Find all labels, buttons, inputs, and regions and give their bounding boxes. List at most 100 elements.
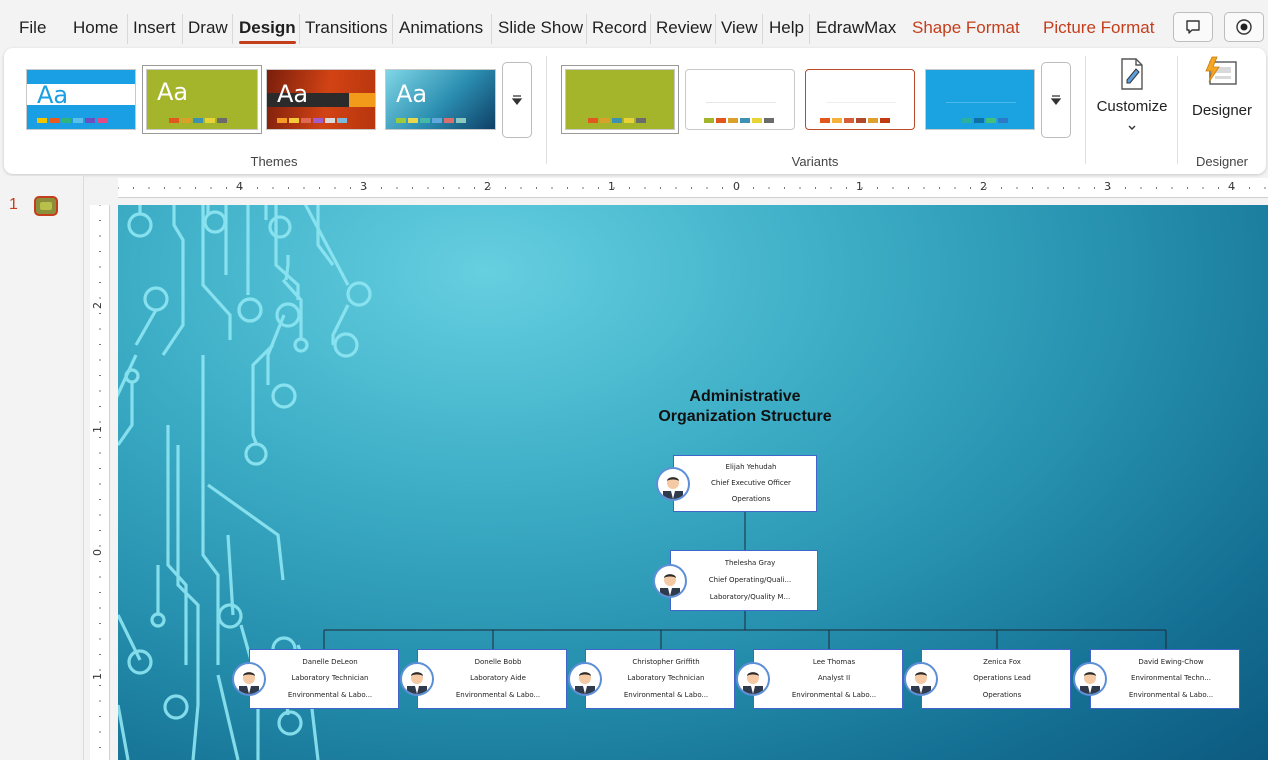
ruler-label: 0 — [91, 549, 104, 556]
node-dept: Environmental & Labo... — [791, 691, 877, 700]
record-button[interactable] — [1224, 12, 1264, 42]
avatar-icon — [568, 662, 602, 696]
tab-record[interactable]: Record — [592, 18, 647, 38]
node-dept: Environmental & Labo... — [623, 691, 709, 700]
ruler-label: 3 — [360, 180, 367, 193]
tab-file[interactable]: File — [19, 18, 46, 38]
dropdown-icon — [1050, 95, 1062, 105]
theme-thumbnail-2[interactable]: Aa — [142, 65, 262, 134]
node-name: Danelle DeLeon — [302, 657, 358, 666]
comments-button[interactable] — [1173, 12, 1213, 42]
menu-bar: File Home Insert Draw Design Transitions… — [0, 0, 1268, 52]
tab-slide-show[interactable]: Slide Show — [498, 18, 583, 38]
slide-canvas[interactable]: Administrative Organization Structure El… — [118, 205, 1268, 760]
chevron-down-icon — [1128, 125, 1136, 130]
variant-thumbnail-2[interactable] — [685, 69, 795, 130]
tab-separator — [299, 14, 300, 44]
node-name: Donelle Bobb — [474, 657, 522, 666]
dropdown-icon — [511, 95, 523, 105]
avatar-icon — [400, 662, 434, 696]
ruler-label: 2 — [980, 180, 987, 193]
node-name: Elijah Yehudah — [725, 463, 777, 472]
tab-separator — [586, 14, 587, 44]
group-label-variants: Variants — [791, 154, 839, 169]
theme-sample-text: Aa — [277, 80, 309, 108]
theme-swatches — [37, 118, 107, 123]
variant-thumbnail-3[interactable] — [805, 69, 915, 130]
tab-draw[interactable]: Draw — [188, 18, 228, 38]
org-node-staff[interactable]: Donelle Bobb Laboratory Aide Environment… — [417, 649, 567, 709]
variant-swatches — [704, 118, 774, 123]
ribbon-separator — [1177, 56, 1178, 164]
tab-home[interactable]: Home — [73, 18, 118, 38]
tab-help[interactable]: Help — [769, 18, 804, 38]
ruler-label: 1 — [91, 673, 104, 680]
theme-thumbnail-4[interactable]: Aa — [385, 69, 496, 130]
horizontal-ruler: 4 3 2 1 0 1 2 3 4 — [118, 178, 1268, 198]
vertical-ruler: 2 1 0 1 — [90, 205, 110, 760]
ruler-label: 4 — [1228, 180, 1235, 193]
theme-sample-text: Aa — [37, 81, 69, 109]
tab-design[interactable]: Design — [239, 18, 296, 44]
org-node-staff[interactable]: Danelle DeLeon Laboratory Technician Env… — [249, 649, 399, 709]
variant-swatches — [588, 118, 646, 123]
tab-separator — [392, 14, 393, 44]
avatar-icon — [653, 564, 687, 598]
variant-thumbnail-1[interactable] — [561, 65, 679, 134]
ruler-ticks — [118, 187, 1266, 189]
customize-label: Customize — [1096, 98, 1168, 115]
tab-separator — [762, 14, 763, 44]
avatar-icon — [656, 467, 690, 501]
org-node-staff[interactable]: Zenica Fox Operations Lead Operations — [921, 649, 1071, 709]
ruler-label: 2 — [484, 180, 491, 193]
node-name: Zenica Fox — [983, 657, 1021, 666]
node-dept: Environmental & Labo... — [1128, 691, 1214, 700]
node-title: Chief Operating/Quali... — [708, 576, 792, 584]
ribbon-separator — [1085, 56, 1086, 164]
org-node-ceo[interactable]: Elijah Yehudah Chief Executive Officer O… — [673, 455, 817, 512]
org-node-staff[interactable]: Christopher Griffith Laboratory Technici… — [585, 649, 735, 709]
tab-review[interactable]: Review — [656, 18, 712, 38]
theme-thumbnail-3[interactable]: Aa — [266, 69, 376, 130]
org-node-staff[interactable]: Lee Thomas Analyst II Environmental & La… — [753, 649, 903, 709]
ribbon-separator — [546, 56, 547, 164]
slide-thumbnail-1[interactable] — [34, 196, 58, 216]
tab-separator — [182, 14, 183, 44]
tab-separator — [650, 14, 651, 44]
node-name: Lee Thomas — [812, 657, 856, 666]
node-title: Chief Executive Officer — [711, 478, 791, 487]
tab-edrawmax[interactable]: EdrawMax — [816, 18, 896, 38]
record-icon — [1236, 19, 1252, 35]
theme-thumbnail-1[interactable]: Aa — [26, 69, 136, 130]
variant-swatches — [950, 118, 1008, 123]
themes-more-button[interactable] — [502, 62, 532, 138]
node-title: Operations Lead — [973, 674, 1031, 683]
customize-button[interactable]: Customize — [1092, 52, 1172, 144]
node-name: Thelesha Gray — [724, 559, 776, 567]
org-node-coo[interactable]: Thelesha Gray Chief Operating/Quali... L… — [670, 550, 818, 611]
node-dept: Operations — [982, 691, 1022, 700]
org-node-staff[interactable]: David Ewing-Chow Environmental Techn... … — [1090, 649, 1240, 709]
tab-transitions[interactable]: Transitions — [305, 18, 388, 38]
node-dept: Operations — [731, 494, 771, 503]
variant-thumbnail-4[interactable] — [925, 69, 1035, 130]
node-title: Laboratory Technician — [291, 674, 369, 683]
ruler-label: 4 — [236, 180, 243, 193]
theme-swatches — [277, 118, 347, 123]
designer-button[interactable]: Designer — [1184, 52, 1260, 144]
node-dept: Laboratory/Quality M... — [709, 593, 791, 601]
theme-sample-text: Aa — [157, 78, 189, 106]
tab-view[interactable]: View — [721, 18, 758, 38]
tab-picture-format[interactable]: Picture Format — [1043, 18, 1154, 38]
node-title: Laboratory Technician — [627, 674, 705, 683]
tab-animations[interactable]: Animations — [399, 18, 483, 38]
ruler-label: 2 — [91, 302, 104, 309]
ruler-label: 1 — [91, 426, 104, 433]
avatar-icon — [232, 662, 266, 696]
ruler-label: 0 — [733, 180, 740, 193]
slide-thumbnail-panel — [0, 176, 84, 760]
tab-shape-format[interactable]: Shape Format — [912, 18, 1020, 38]
variants-more-button[interactable] — [1041, 62, 1071, 138]
node-title: Environmental Techn... — [1131, 674, 1211, 683]
tab-insert[interactable]: Insert — [133, 18, 176, 38]
